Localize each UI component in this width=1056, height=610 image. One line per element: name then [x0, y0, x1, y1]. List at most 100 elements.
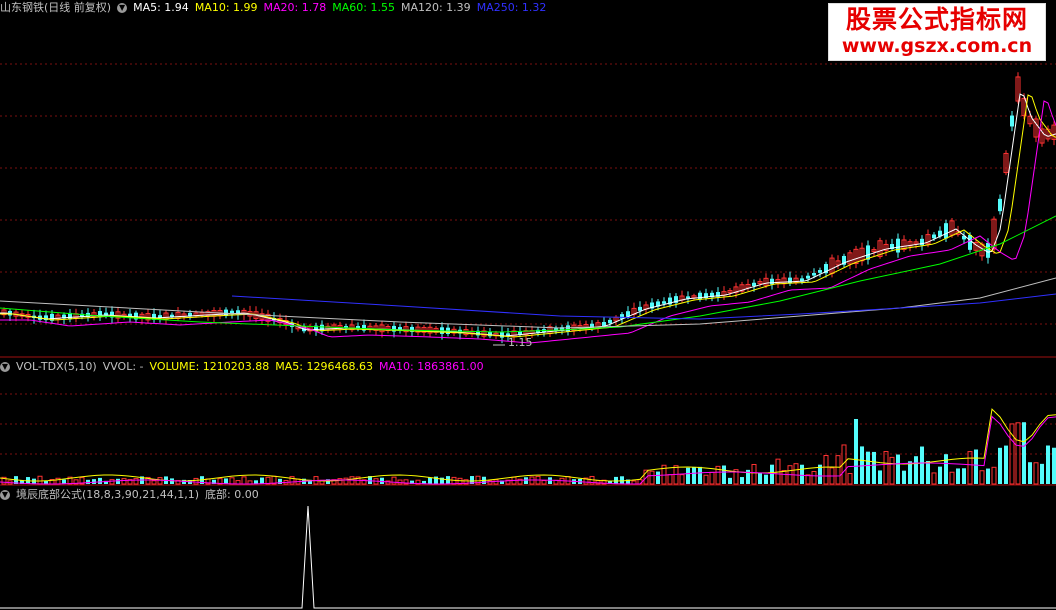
candle-body	[968, 234, 972, 250]
volume-bar	[380, 477, 384, 484]
volume-bar	[728, 477, 732, 484]
ma20-label: MA20: 1.78	[263, 1, 327, 14]
volume-bar	[193, 477, 199, 485]
candle-body	[752, 282, 756, 287]
volume-bar	[896, 454, 900, 484]
volume-bar	[1046, 445, 1050, 484]
ma250-label: MA250: 1.32	[476, 1, 547, 14]
main-chart-header: 山东钢铁(日线 前复权) ▼ MA5: 1.94 MA10: 1.99 MA20…	[0, 0, 552, 16]
candle-body	[608, 319, 612, 324]
volume-bar	[1015, 422, 1021, 485]
volume-bar	[823, 454, 829, 485]
volume-bar	[337, 478, 343, 485]
volume-bar	[860, 446, 864, 484]
volume-bar	[908, 461, 912, 484]
volume-bar	[722, 465, 726, 484]
indicator-chart[interactable]	[0, 504, 1056, 610]
volume-bar	[1004, 445, 1008, 484]
volume-bar	[926, 461, 930, 484]
volume-bar	[979, 470, 985, 485]
volume-bar	[692, 467, 696, 484]
volume-bar	[998, 447, 1002, 484]
volume-bar	[1022, 422, 1026, 484]
volume-bar	[98, 477, 102, 484]
volume-bar	[86, 479, 90, 484]
volume-bar	[847, 473, 853, 485]
volume-bar	[391, 476, 397, 485]
stock-title: 山东钢铁(日线 前复权)	[0, 1, 112, 14]
candle-body	[500, 332, 504, 338]
candle-body	[998, 198, 1002, 212]
volume-bar	[703, 474, 709, 485]
volume-bar	[709, 471, 715, 485]
candle-body	[698, 292, 702, 300]
volume-bar	[1033, 462, 1039, 485]
ma60-line	[0, 215, 1056, 333]
vvol-label: VVOL: -	[102, 360, 144, 373]
volume-bar	[866, 451, 870, 484]
candle-body	[686, 296, 690, 299]
volume-bar	[241, 476, 247, 485]
indicator-title: 境辰底部公式(18,8,3,90,21,44,1,1)	[16, 488, 200, 501]
volume-bar	[974, 449, 978, 484]
ma120-label: MA120: 1.39	[400, 1, 471, 14]
candle-body	[662, 301, 666, 304]
candle-body	[818, 270, 822, 273]
volume-bar	[656, 471, 660, 484]
volume-bar	[811, 470, 817, 485]
volume-chart[interactable]	[0, 376, 1056, 486]
vol-ma5-label: MA5: 1296468.63	[275, 360, 373, 373]
candle-body	[932, 234, 936, 239]
ma120-line	[0, 277, 1056, 329]
volume-bar	[781, 470, 787, 485]
candle-body	[812, 273, 816, 276]
candle-body	[944, 223, 948, 239]
ma60-label: MA60: 1.55	[332, 1, 395, 14]
volume-bar	[878, 470, 882, 484]
volume-bar	[260, 477, 264, 484]
volume-bar	[986, 468, 990, 484]
candle-body	[638, 306, 642, 311]
ma5-label: MA5: 1.94	[133, 1, 189, 14]
volume-bar	[620, 476, 624, 484]
ma10-label: MA10: 1.99	[194, 1, 258, 14]
volume-bar	[133, 478, 139, 485]
volume-bar	[967, 451, 973, 485]
volume-bar	[151, 480, 157, 485]
indicator-value: 底部: 0.00	[205, 488, 259, 501]
volume-bar	[920, 446, 924, 484]
volume-bar	[764, 474, 768, 484]
volume-bar	[229, 477, 235, 485]
settings-circle-icon[interactable]: ▼	[0, 490, 10, 500]
settings-circle-icon[interactable]: ▼	[117, 3, 128, 13]
candle-body	[770, 278, 774, 285]
watermark-title: 股票公式指标网	[845, 5, 1028, 34]
volume-bar	[751, 463, 757, 485]
volume-bar	[343, 477, 349, 485]
volume-bar	[949, 471, 955, 485]
volume-bar	[956, 468, 960, 484]
volume-bar	[914, 456, 918, 484]
volume-label: VOLUME: 1210203.88	[149, 360, 270, 373]
volume-bar	[679, 474, 685, 485]
volume-bar	[667, 474, 673, 485]
volume-bar	[686, 467, 690, 484]
volume-bar	[698, 466, 702, 484]
volume-bar	[649, 470, 655, 485]
volume-bar	[770, 464, 774, 484]
volume-bar	[758, 472, 762, 484]
settings-circle-icon[interactable]: ▼	[0, 362, 10, 372]
volume-bar	[157, 477, 163, 485]
price-chart[interactable]	[0, 16, 1056, 358]
volume-bar	[944, 454, 948, 484]
volume-bar	[428, 477, 432, 484]
low-price-label: 1.15	[508, 336, 533, 349]
watermark-url: www.gszx.com.cn	[841, 35, 1033, 57]
volume-bar	[962, 468, 966, 484]
volume-bar	[805, 474, 811, 485]
volume-bar	[1028, 462, 1032, 484]
ma10-line	[0, 94, 1056, 338]
volume-bar	[938, 466, 942, 484]
volume-header: ▼ VOL-TDX(5,10) VVOL: - VOLUME: 1210203.…	[0, 359, 490, 375]
volume-bar	[1040, 463, 1044, 484]
